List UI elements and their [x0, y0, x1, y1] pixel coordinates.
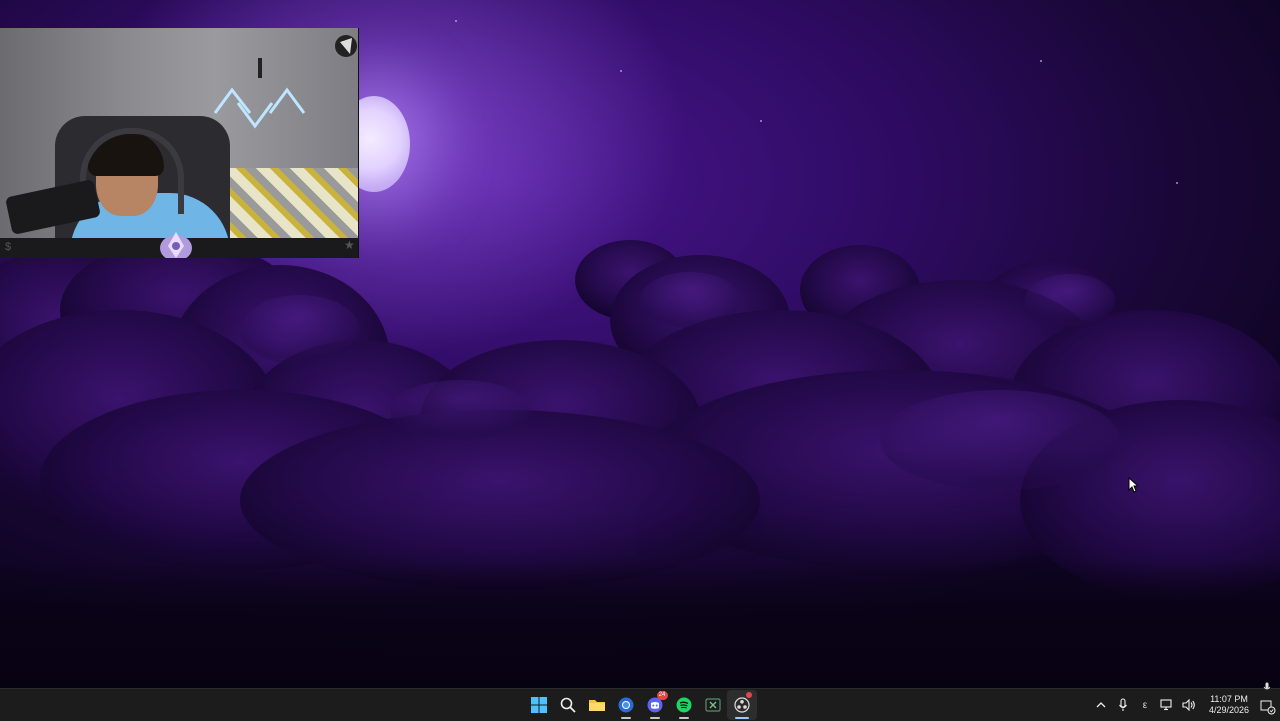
volume-button[interactable]: [1178, 691, 1200, 719]
language-indicator[interactable]: ε: [1134, 691, 1156, 719]
show-hidden-icons-button[interactable]: [1090, 691, 1112, 719]
desktop-wallpaper: $ ★: [0, 0, 1280, 688]
folder-icon: [588, 700, 605, 711]
windows-logo-icon: [530, 697, 547, 713]
start-button[interactable]: [524, 690, 554, 720]
network-icon: [1160, 699, 1172, 711]
obs-button[interactable]: [726, 690, 757, 720]
running-indicator: [620, 717, 631, 719]
chevron-up-icon: [1096, 702, 1106, 708]
streamer-logo-icon: [160, 232, 192, 258]
wall-logo-icon: [335, 35, 357, 57]
chrome-icon: [618, 697, 633, 713]
dark-horizon: [0, 560, 1280, 688]
dollar-icon: $: [5, 241, 12, 253]
excel-button[interactable]: [698, 690, 728, 720]
obs-recording-dot: [745, 692, 752, 698]
taskbar-apps: 24: [524, 689, 757, 721]
speaker-icon: [1182, 699, 1195, 711]
file-explorer-button[interactable]: [582, 690, 612, 720]
taskbar: 24 ε 11:07 PM 4/29/2026: [0, 688, 1280, 721]
obs-icon: [733, 697, 750, 713]
discord-badge: 24: [656, 691, 668, 700]
clock[interactable]: 11:07 PM 4/29/2026: [1204, 694, 1254, 716]
webcam-overlay: $ ★: [0, 28, 359, 258]
system-tray: ε 11:07 PM 4/29/2026: [1090, 689, 1280, 721]
spotify-button[interactable]: [669, 690, 699, 720]
led-triangle-lights: [213, 58, 306, 129]
active-indicator: [734, 717, 749, 719]
mic-in-use-icon: [1263, 682, 1271, 695]
running-indicator: [678, 717, 689, 719]
microphone-tray-button[interactable]: [1112, 691, 1134, 719]
star-icon: ★: [344, 238, 355, 252]
network-button[interactable]: [1156, 691, 1178, 719]
search-button[interactable]: [553, 690, 583, 720]
notification-center-button[interactable]: [1258, 691, 1280, 719]
mouse-cursor-icon: [1128, 477, 1138, 493]
discord-button[interactable]: 24: [640, 690, 670, 720]
notification-bell-icon: [1260, 700, 1276, 715]
excel-icon: [704, 698, 721, 712]
spotify-icon: [676, 697, 691, 713]
microphone-icon: [1119, 698, 1127, 711]
search-icon: [560, 697, 576, 713]
chrome-button[interactable]: [611, 690, 641, 720]
clock-date: 4/29/2026: [1208, 705, 1250, 715]
running-indicator: [649, 717, 660, 719]
clock-time: 11:07 PM: [1210, 694, 1248, 704]
